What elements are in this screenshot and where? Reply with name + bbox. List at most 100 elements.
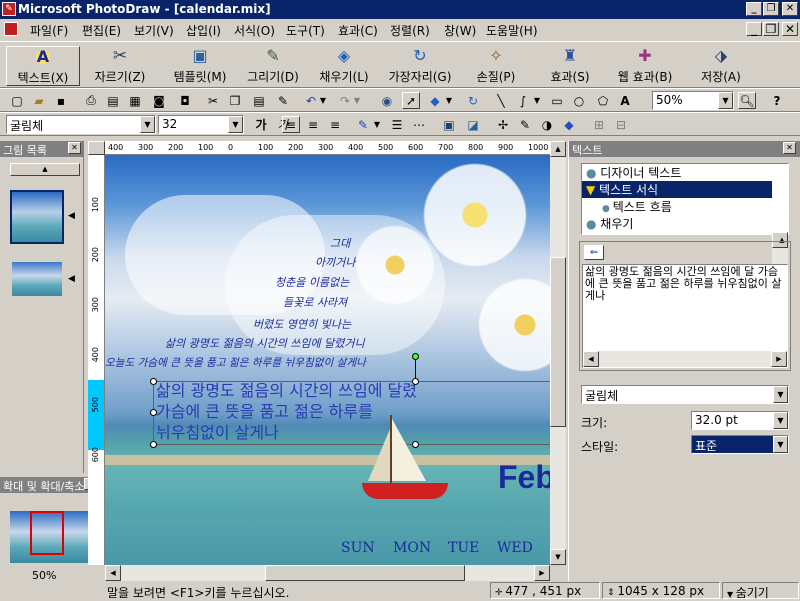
font-combo[interactable]: 굴림체 ▼ <box>6 115 156 134</box>
web-effects-tool-button[interactable]: ✚ 웹 효과(B) <box>604 46 686 86</box>
save-icon[interactable]: ▪ <box>52 92 70 109</box>
fill-color-icon[interactable]: ◆ <box>426 92 444 109</box>
menu-help[interactable]: 도움말(H) <box>486 22 538 39</box>
shape-icon[interactable]: ⬠ <box>594 92 612 109</box>
zoom-preview[interactable] <box>10 511 96 563</box>
help-icon[interactable]: ? <box>768 92 786 109</box>
menu-arrange[interactable]: 정렬(R) <box>390 22 430 39</box>
resize-handle[interactable] <box>150 441 157 448</box>
rotate-handle[interactable] <box>412 353 419 360</box>
font-size-combo[interactable]: 32 ▼ <box>158 115 244 134</box>
scroll-left-button[interactable]: ◀ <box>105 565 121 581</box>
template-tool-button[interactable]: ▣ 템플릿(M) <box>162 46 238 86</box>
menu-effects[interactable]: 효과(C) <box>338 22 378 39</box>
hide-button[interactable]: ▼ 숨기기 <box>722 582 799 600</box>
edit-box-hscrollbar[interactable]: ◀ ▶ <box>583 351 787 367</box>
redo-dropdown-icon[interactable]: ▼ <box>352 92 362 109</box>
close-icon[interactable]: ✕ <box>783 142 796 154</box>
scroll-right-button[interactable]: ▶ <box>771 351 787 367</box>
align-left-icon[interactable]: ≡ <box>282 116 300 133</box>
camera2-icon[interactable]: ◘ <box>176 92 194 109</box>
group-icon[interactable]: ⊞ <box>590 116 608 133</box>
copy-icon[interactable]: ❐ <box>226 92 244 109</box>
size-select[interactable]: 32.0 pt ▼ <box>691 411 789 430</box>
return-icon[interactable]: ⇐ <box>584 245 604 260</box>
menu-format[interactable]: 서식(O) <box>234 22 275 39</box>
picture-thumbnail-1[interactable] <box>10 190 64 244</box>
cut-icon[interactable]: ✂ <box>204 92 222 109</box>
doc-restore-button[interactable]: ❐ <box>763 22 779 36</box>
list-item-text-format[interactable]: ▼ 텍스트 서식 <box>582 181 772 198</box>
fill-dropdown-icon[interactable]: ▼ <box>444 92 454 109</box>
menu-insert[interactable]: 삽입(I) <box>186 22 221 39</box>
pointer-icon[interactable]: ➚ <box>402 92 420 109</box>
restore-button[interactable]: ❐ <box>763 2 779 16</box>
curve-dropdown-icon[interactable]: ▼ <box>532 92 542 109</box>
scroll-up-button[interactable]: ▲ <box>10 163 80 176</box>
contrast-icon[interactable]: ◑ <box>538 116 556 133</box>
scroll-thumb[interactable] <box>550 257 566 427</box>
picture-canvas[interactable]: 그대 아끼거나 청춘을 이름없는 들꽃로 사라져 버렸도 영연히 빛나는 삶의 … <box>105 155 550 565</box>
print-preview-icon[interactable]: ▤ <box>104 92 122 109</box>
scroll-up-button[interactable]: ▲ <box>550 141 566 157</box>
list-item-text-flow[interactable]: ● 텍스트 흐름 <box>582 198 788 215</box>
chevron-down-icon[interactable]: ▼ <box>140 116 155 133</box>
touchup-tool-button[interactable]: ✧ 손질(P) <box>466 46 526 86</box>
scroll-left-button[interactable]: ◀ <box>583 351 599 367</box>
menu-edit[interactable]: 편집(E) <box>82 22 121 39</box>
menu-tools[interactable]: 도구(T) <box>286 22 325 39</box>
font-select[interactable]: 굴림체 ▼ <box>581 385 789 404</box>
menu-view[interactable]: 보기(V) <box>134 22 174 39</box>
char-spacing-icon[interactable]: ⋯ <box>410 116 428 133</box>
effects-tool-button[interactable]: ♜ 효과(S) <box>540 46 600 86</box>
menu-file[interactable]: 파일(F) <box>30 22 68 39</box>
font-color-dropdown-icon[interactable]: ▼ <box>372 116 382 133</box>
doc-minimize-button[interactable]: _ <box>746 22 762 36</box>
selected-text-box[interactable]: 삶의 광명도 젊음의 시간의 쓰임에 달렸 가슴에 큰 뜻을 품고 젊은 하루를… <box>150 353 550 448</box>
bold-button[interactable]: 가 <box>252 116 270 133</box>
paste-icon[interactable]: ▤ <box>250 92 268 109</box>
scroll-down-button[interactable]: ▼ <box>550 549 566 565</box>
shadow-icon[interactable]: ▣ <box>440 116 458 133</box>
crop-tool-button[interactable]: ✂ 자르기(Z) <box>84 46 156 86</box>
chevron-down-icon[interactable]: ▼ <box>228 116 243 133</box>
doc-close-button[interactable]: ✕ <box>782 22 798 36</box>
chevron-down-icon[interactable]: ▼ <box>718 92 733 109</box>
list-item-designer-text[interactable]: ● 디자이너 텍스트 <box>582 164 788 181</box>
rectangle-icon[interactable]: ▭ <box>548 92 566 109</box>
resize-handle[interactable] <box>150 409 157 416</box>
list-item-fill[interactable]: ● 채우기 <box>582 215 788 232</box>
zoom-combo[interactable]: 50% ▼ <box>652 91 734 110</box>
web-icon[interactable]: ◉ <box>378 92 396 109</box>
line-icon[interactable]: ╲ <box>492 92 510 109</box>
chevron-down-icon[interactable]: ▼ <box>773 386 788 403</box>
close-icon[interactable]: ✕ <box>68 142 81 154</box>
pen-icon[interactable]: ✎ <box>516 116 534 133</box>
ungroup-icon[interactable]: ⊟ <box>612 116 630 133</box>
3d-icon[interactable]: ◪ <box>464 116 482 133</box>
font-color-icon[interactable]: ✎ <box>354 116 372 133</box>
zoom-fit-icon[interactable]: 🔍︎ <box>738 92 756 109</box>
resize-handle[interactable] <box>150 378 157 385</box>
undo-dropdown-icon[interactable]: ▼ <box>318 92 328 109</box>
ellipse-icon[interactable]: ○ <box>570 92 588 109</box>
chevron-down-icon[interactable]: ▼ <box>773 436 788 453</box>
resize-handle[interactable] <box>412 378 419 385</box>
outline-tool-button[interactable]: ↻ 가장자리(G) <box>382 46 458 86</box>
text-box-icon[interactable]: A <box>616 92 634 109</box>
crop-corners-icon[interactable]: ✢ <box>494 116 512 133</box>
format-painter-icon[interactable]: ✎ <box>274 92 292 109</box>
scroll-right-button[interactable]: ▶ <box>534 565 550 581</box>
color-adjust-icon[interactable]: ◆ <box>560 116 578 133</box>
canvas-horizontal-scrollbar[interactable]: ◀ ▶ <box>105 565 550 581</box>
draw-tool-button[interactable]: ✎ 그리기(D) <box>240 46 306 86</box>
camera-icon[interactable]: ◙ <box>150 92 168 109</box>
open-folder-icon[interactable]: ▰ <box>30 92 48 109</box>
save-tool-button[interactable]: ⬗ 저장(A) <box>690 46 752 86</box>
picture-thumbnail-2[interactable] <box>12 262 62 296</box>
align-center-icon[interactable]: ≡ <box>304 116 322 133</box>
fill-tool-button[interactable]: ◈ 채우기(L) <box>312 46 376 86</box>
text-edit-box[interactable]: 삶의 광명도 젊음의 시간의 쓰임에 달 가슴에 큰 뜻을 품고 젊은 하루를 … <box>582 264 788 368</box>
style-select[interactable]: 표준 ▼ <box>691 435 789 454</box>
zoom-view-rect[interactable] <box>30 511 64 555</box>
